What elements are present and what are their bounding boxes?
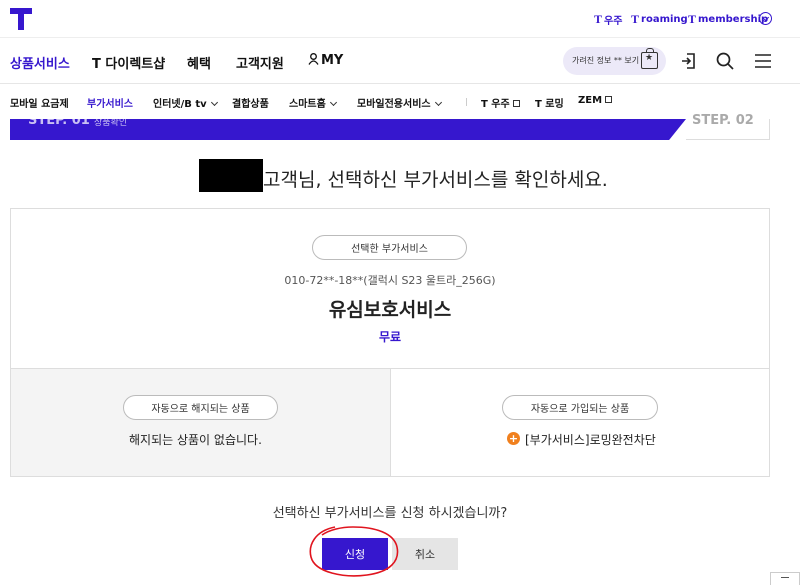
t-universe-link[interactable]: T 우주	[594, 12, 622, 27]
auto-cancel-text: 해지되는 상품이 없습니다.	[129, 433, 262, 447]
subnav-t-universe[interactable]: T 우주	[481, 95, 520, 110]
auto-join-item: [부가서비스]로밍완전차단	[525, 433, 656, 447]
t-logo-icon[interactable]	[10, 8, 32, 30]
scroll-top-button[interactable]	[770, 572, 800, 585]
selected-service-box: 선택한 부가서비스 010-72**-18**(갤럭시 S23 울트라_256G…	[10, 208, 770, 369]
service-price: 무료	[378, 330, 402, 344]
user-icon	[308, 53, 319, 65]
step-1-indicator: STEP. 01 상품확인	[10, 119, 686, 140]
subnav-mobile-plans[interactable]: 모바일 요금제	[10, 95, 69, 110]
t-roaming-link[interactable]: Troaming	[631, 12, 688, 27]
confirm-question: 선택하신 부가서비스를 신청 하시겠습니까?	[272, 506, 508, 521]
subnav-mobile-exclusive[interactable]: 모바일전용서비스	[357, 95, 442, 110]
logout-icon[interactable]	[679, 51, 699, 71]
top-utility-bar: T 우주 Troaming Tmembership	[0, 0, 800, 38]
privacy-safe-icon	[641, 48, 658, 69]
plus-icon: +	[507, 432, 520, 445]
subnav-t-roaming[interactable]: T 로밍	[535, 95, 564, 110]
phone-line-info: 010-72**-18**(갤럭시 S23 울트라_256G)	[284, 274, 496, 287]
step-2-indicator: STEP. 02	[686, 113, 770, 140]
chevron-down-circle-icon[interactable]	[759, 12, 772, 25]
external-link-icon	[512, 100, 520, 107]
step-progress-bar: STEP. 01 상품확인 STEP. 02	[10, 113, 770, 140]
chevron-down-icon	[434, 98, 442, 107]
auto-join-pill: 자동으로 가입되는 상품	[502, 395, 658, 420]
external-link-icon	[605, 96, 613, 103]
nav-t-direct-shop[interactable]: T 다이렉트샵	[92, 53, 165, 72]
subnav-zem[interactable]: ZEM	[578, 95, 613, 106]
selected-service-pill: 선택한 부가서비스	[312, 235, 467, 260]
search-icon[interactable]	[715, 51, 735, 71]
chevron-down-icon	[329, 98, 337, 107]
menu-icon[interactable]	[753, 51, 773, 71]
apply-button[interactable]: 신청	[322, 538, 388, 570]
subnav-addon-services[interactable]: 부가서비스	[87, 95, 133, 110]
auto-change-panels: 자동으로 해지되는 상품 해지되는 상품이 없습니다. 자동으로 가입되는 상품…	[10, 369, 770, 477]
nav-benefits[interactable]: 혜택	[187, 53, 211, 72]
subnav-internet-btv[interactable]: 인터넷/B tv	[153, 95, 218, 110]
subnav-smart-home[interactable]: 스마트홈	[289, 95, 337, 110]
sub-nav: 모바일 요금제 부가서비스 인터넷/B tv 결합상품 스마트홈 모바일전용서비…	[0, 84, 800, 119]
service-name: 유심보호서비스	[328, 299, 452, 321]
show-hidden-info-button[interactable]: 가려진 정보 ** 보기	[563, 47, 666, 75]
redacted-customer-name	[199, 159, 263, 192]
chevron-down-icon	[210, 98, 218, 107]
cancel-button[interactable]: 취소	[392, 538, 458, 570]
auto-cancel-pill: 자동으로 해지되는 상품	[123, 395, 278, 420]
nav-products-services[interactable]: 상품서비스	[10, 53, 70, 72]
divider	[466, 98, 467, 106]
nav-my[interactable]: MY	[308, 53, 343, 68]
subnav-bundles[interactable]: 결합상품	[232, 95, 269, 110]
main-nav: 상품서비스 T 다이렉트샵 혜택 고객지원 MY 가려진 정보 ** 보기	[0, 38, 800, 84]
auto-cancel-panel: 자동으로 해지되는 상품 해지되는 상품이 없습니다.	[11, 369, 391, 476]
auto-join-panel: 자동으로 가입되는 상품 + [부가서비스]로밍완전차단	[391, 369, 769, 476]
page-title: 고객님, 선택하신 부가서비스를 확인하세요.	[263, 169, 608, 191]
nav-customer-support[interactable]: 고객지원	[236, 53, 284, 72]
t-membership-link[interactable]: Tmembership	[688, 12, 768, 27]
